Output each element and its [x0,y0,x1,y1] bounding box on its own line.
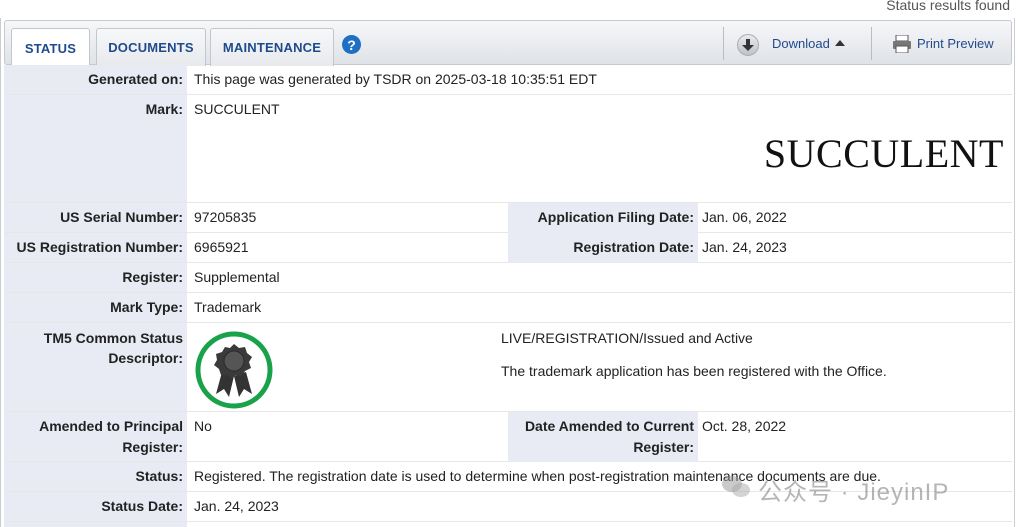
date-amended-label-line2: Register: [633,439,694,455]
tm5-label-line1: TM5 Common Status [43,330,183,346]
download-icon[interactable] [737,34,759,56]
generated-on-value: This page was generated by TSDR on 2025-… [194,71,597,87]
results-found-text: Status results found [886,0,1010,13]
amended-label-line2: Register: [122,439,183,455]
mark-type-label: Mark Type: [110,299,183,315]
reg-date-value: Jan. 24, 2023 [702,239,787,255]
register-label: Register: [122,269,183,285]
award-ribbon-icon [195,331,273,409]
filing-date-label: Application Filing Date: [537,209,694,225]
mark-type-value: Trademark [194,299,262,315]
serial-value: 97205835 [194,209,257,225]
toolbar-divider [871,27,872,60]
status-label: Status: [135,468,183,484]
printer-icon[interactable] [892,35,912,53]
help-icon[interactable]: ? [342,35,361,54]
tm5-label-line2: Descriptor: [108,350,183,366]
date-amended-label-line1: Date Amended to Current [524,418,694,434]
row-register: Register: Supplemental [4,263,1012,293]
reg-date-label: Registration Date: [573,239,694,255]
tm5-status-line: LIVE/REGISTRATION/Issued and Active [501,330,753,346]
status-content: Generated on: This page was generated by… [4,65,1012,527]
register-value: Supplemental [194,269,280,285]
mark-image: SUCCULENT [763,131,1004,176]
tab-documents[interactable]: DOCUMENTS [96,28,206,66]
row-mark: Mark: SUCCULENT SUCCULENT [4,95,1012,203]
chevron-up-icon[interactable] [835,40,845,46]
filing-date-value: Jan. 06, 2022 [702,209,787,225]
status-date-label: Status Date: [101,498,183,514]
row-mark-type: Mark Type: Trademark [4,293,1012,323]
tab-bar: STATUS DOCUMENTS MAINTENANCE ? Download … [4,20,1012,67]
toolbar-divider [723,27,724,60]
reg-number-value: 6965921 [194,239,249,255]
tsdr-frame: STATUS DOCUMENTS MAINTENANCE ? Download … [0,18,1015,527]
print-preview-button[interactable]: Print Preview [917,36,994,51]
serial-label: US Serial Number: [60,209,183,225]
reg-number-label: US Registration Number: [16,239,183,255]
wechat-icon [722,476,750,497]
date-amended-value: Oct. 28, 2022 [702,418,787,434]
tab-maintenance[interactable]: MAINTENANCE [210,28,334,66]
tm5-description: The trademark application has been regis… [501,363,887,379]
row-registration: US Registration Number: 6965921 Registra… [4,233,1012,263]
row-tm5: TM5 Common Status Descriptor: LIVE/REGIS… [4,323,1012,412]
mark-label: Mark: [145,101,183,117]
download-button[interactable]: Download [772,36,830,51]
amended-value: No [194,418,212,434]
row-serial: US Serial Number: 97205835 Application F… [4,203,1012,233]
status-date-value: Jan. 24, 2023 [194,498,279,514]
tab-status[interactable]: STATUS [11,28,90,67]
watermark-text: 公众号 · JieyinIP [758,479,950,506]
mark-value: SUCCULENT [194,101,280,117]
amended-label-line1: Amended to Principal [39,418,183,434]
row-generated-on: Generated on: This page was generated by… [4,65,1012,95]
row-amended: Amended to Principal Register: No Date A… [4,412,1012,462]
generated-on-label: Generated on: [88,71,183,87]
